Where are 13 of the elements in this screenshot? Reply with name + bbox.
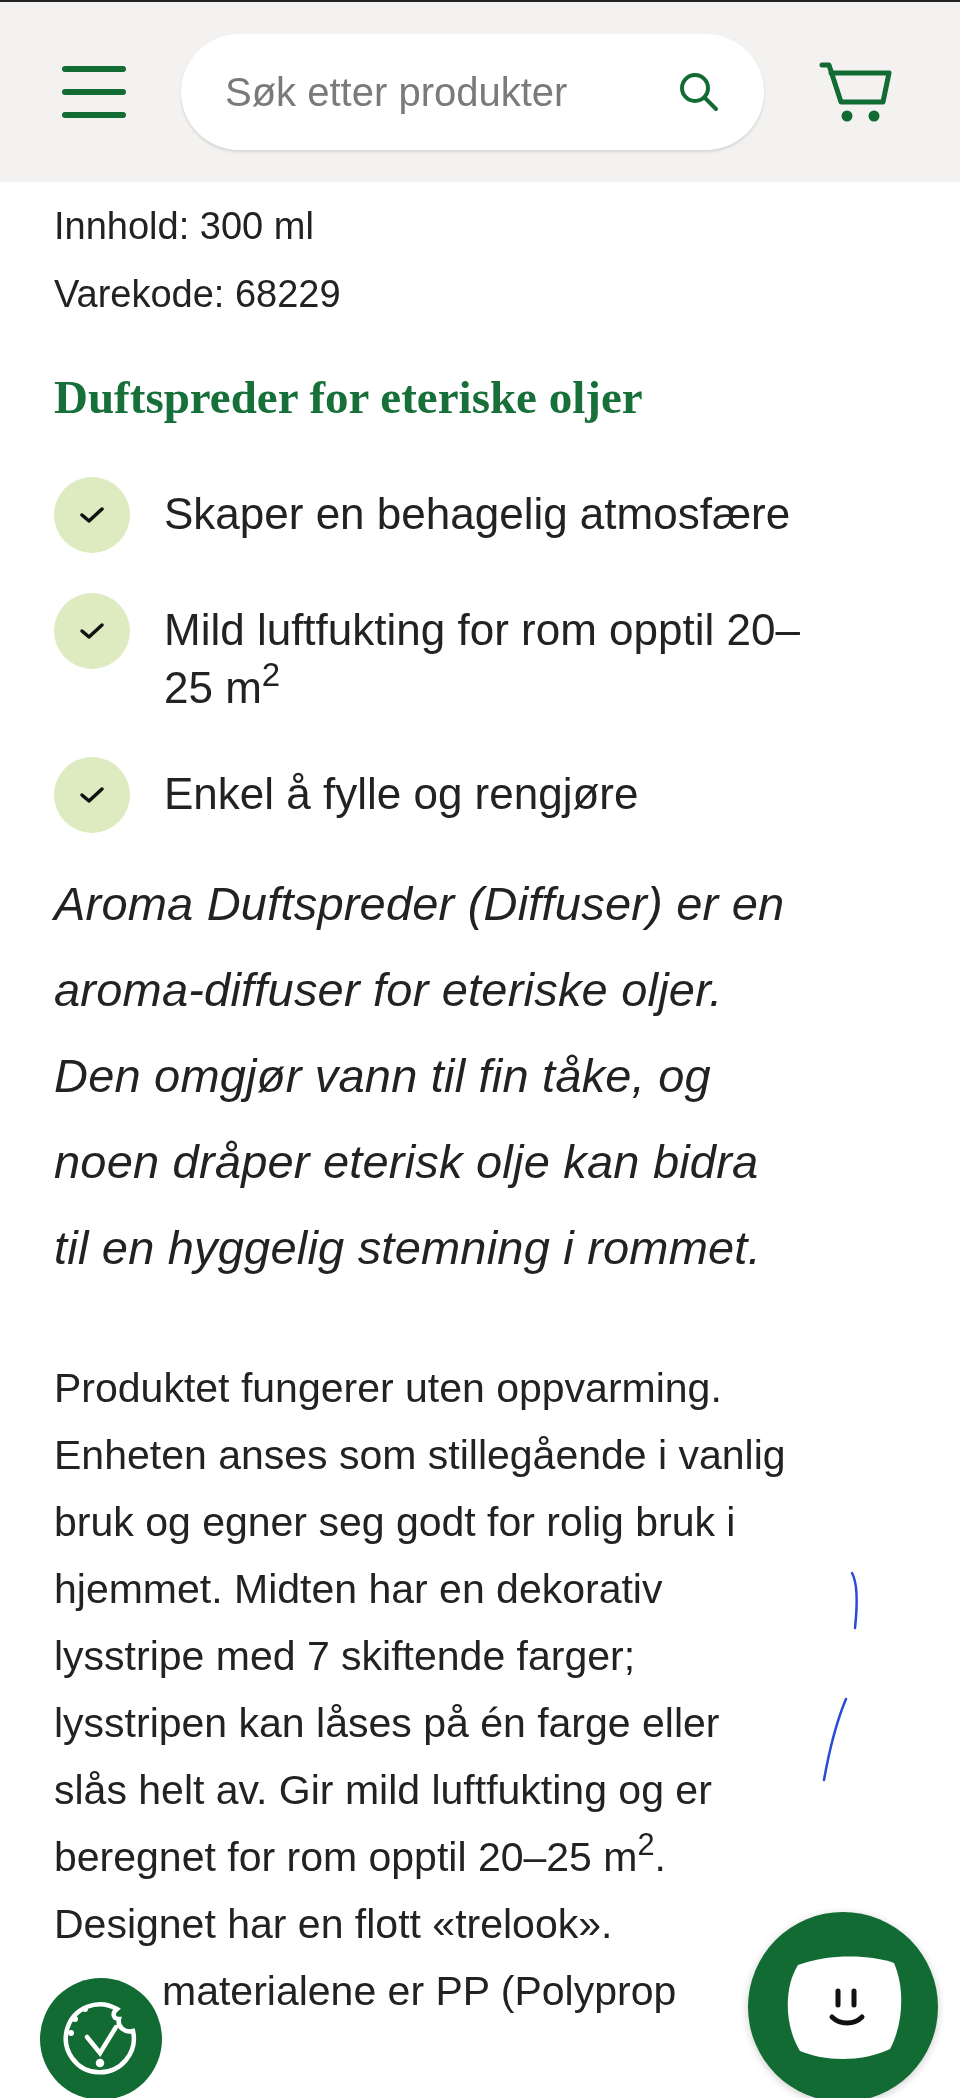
- section-heading: Duftspreder for eteriske oljer: [54, 370, 644, 425]
- body-paragraph: materialene er PP (Polyprop: [162, 1966, 677, 2016]
- spec-text: Innhold: 300 ml: [54, 204, 315, 249]
- search-field[interactable]: Søk etter produkter: [225, 62, 678, 122]
- body-paragraph: Produktet fungerer uten oppvarming. Enheten anses som stillegående i vanlig bruk og egner seg godt for rolig bruk i hjemmet. Midten har en dekorativ lysstripe med 7 skiftende farger; lysstripen kan låses på én farge eller slås helt av. Gir mild luftfukting og er beregnet for rom opptil 20–25 m$^{2}$. Designet har en flott «trelook».: [54, 1363, 786, 1949]
- feature-text: Mild luftfukting for rom opptil 20–25 m$^{2}$: [164, 603, 801, 714]
- search-bar[interactable]: Søk etter produkter: [181, 34, 764, 150]
- menu-icon[interactable]: [62, 64, 126, 120]
- lead-paragraph: Aroma Duftspreder (Diffuser) er en aroma-diffuser for eteriske oljer. Den omgjør vann til fin tåke, og noen dråper eterisk olje kan bidra til en hyggelig stemning i rommet.: [54, 875, 786, 1276]
- feature-text: Enkel å fylle og rengjøre: [164, 767, 640, 820]
- search-icon[interactable]: [678, 71, 720, 113]
- feature-text: Skaper en behagelig atmosfære: [164, 487, 792, 540]
- spec-text: Varekode: 68229: [54, 272, 342, 317]
